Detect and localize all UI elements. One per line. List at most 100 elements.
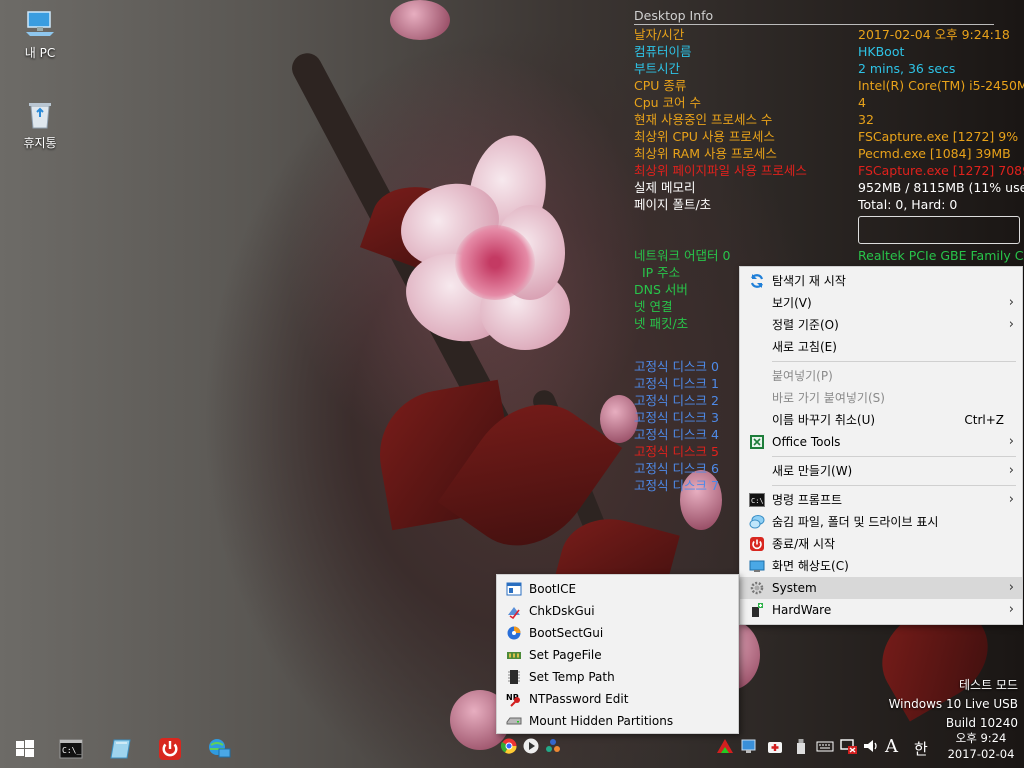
menu-item-label: HardWare: [772, 603, 832, 617]
info-value-datetime: 2017-02-04 오후 9:24:18: [858, 27, 1010, 42]
tray-keyboard-icon[interactable]: [816, 737, 834, 755]
menu-item-office-tools[interactable]: Office Tools ›: [740, 431, 1022, 453]
chevron-right-icon: ›: [1008, 463, 1014, 478]
bootice-icon: [506, 581, 522, 597]
menu-item-view[interactable]: 보기(V) ›: [740, 292, 1022, 314]
info-disk: 고정식 디스크 0: [634, 359, 719, 374]
menu-item-undo-rename[interactable]: 이름 바꾸기 취소(U) Ctrl+Z: [740, 409, 1022, 431]
info-value-computer-name: HKBoot: [858, 44, 905, 59]
clock-date: 2017-02-04: [947, 747, 1015, 761]
submenu-item-bootsectgui[interactable]: BootSectGui: [497, 622, 738, 644]
menu-item-label: 정렬 기준(O): [772, 318, 839, 332]
cmd-icon: C:\_: [59, 739, 83, 759]
bud: [600, 395, 638, 443]
submenu-item-label: BootSectGui: [529, 626, 604, 640]
menu-item-label: 숨김 파일, 폴더 및 드라이브 표시: [772, 515, 939, 529]
taskbar: C:\_ A 한: [0, 730, 1024, 768]
tray-first-aid-icon[interactable]: [766, 737, 784, 755]
menu-item-shutdown[interactable]: 종료/재 시작: [740, 533, 1022, 555]
taskbar-cmd-button[interactable]: C:\_: [58, 736, 84, 762]
info-key-net-adapter: 네트워크 어댑터 0: [634, 248, 731, 263]
recycle-bin-icon: [24, 98, 56, 130]
tray-usb-drive-icon[interactable]: [792, 737, 810, 755]
info-value-page-faults: Total: 0, Hard: 0: [858, 197, 958, 212]
tray-language-indicator[interactable]: 한: [914, 738, 928, 759]
svg-text:C:\: C:\: [751, 497, 764, 505]
gear-icon: [749, 580, 765, 596]
submenu-item-ntpassword-edit[interactable]: NP NTPassword Edit: [497, 688, 738, 710]
chevron-right-icon: ›: [1008, 317, 1014, 332]
power-icon: [159, 738, 181, 760]
tray-ime-mode[interactable]: A: [885, 736, 898, 757]
taskbar-power-button[interactable]: [157, 736, 183, 762]
submenu-item-bootice[interactable]: BootICE: [497, 578, 738, 600]
menu-item-label: 종료/재 시작: [772, 537, 836, 551]
tray-media-player-icon[interactable]: [522, 737, 540, 755]
tray-network-warning-icon[interactable]: [716, 737, 734, 755]
submenu-item-mount-hidden-partitions[interactable]: Mount Hidden Partitions: [497, 710, 738, 732]
menu-item-label: 새로 만들기(W): [772, 464, 853, 478]
bud: [390, 0, 450, 40]
test-mode-watermark: 테스트 모드 Windows 10 Live USB Build 10240: [889, 676, 1018, 733]
desktop-icon-label: 휴지통: [23, 136, 57, 150]
system-submenu: BootICE ChkDskGui BootSectGui Set PageFi…: [496, 574, 739, 734]
desktop-icon-my-pc[interactable]: 내 PC: [8, 8, 72, 61]
start-button[interactable]: [12, 736, 38, 762]
menu-item-label: 붙여넣기(P): [772, 369, 833, 383]
info-key-cpu-type: CPU 종류: [634, 78, 687, 93]
taskbar-network-button[interactable]: [206, 736, 232, 762]
desktop-info-title: Desktop Info: [634, 7, 994, 25]
taskbar-explorer-button[interactable]: [108, 736, 134, 762]
submenu-item-chkdskgui[interactable]: ChkDskGui: [497, 600, 738, 622]
desktop-icon-recycle-bin[interactable]: 휴지통: [8, 98, 72, 151]
drive-icon: [506, 713, 522, 729]
menu-item-system[interactable]: System ›: [740, 577, 1022, 599]
menu-item-paste[interactable]: 붙여넣기(P): [740, 365, 1022, 387]
tray-chrome-icon[interactable]: [500, 737, 518, 755]
chevron-right-icon: ›: [1008, 580, 1014, 595]
menu-item-hardware[interactable]: HardWare ›: [740, 599, 1022, 621]
info-disk: 고정식 디스크 5: [634, 444, 719, 459]
info-disk: 고정식 디스크 7: [634, 478, 719, 493]
info-value-physical-memory: 952MB / 8115MB (11% use: [858, 180, 1024, 195]
menu-item-sort-by[interactable]: 정렬 기준(O) ›: [740, 314, 1022, 336]
info-key-physical-memory: 실제 메모리: [634, 180, 696, 195]
menu-item-new[interactable]: 새로 만들기(W) ›: [740, 460, 1022, 482]
menu-item-restart-explorer[interactable]: 탐색기 재 시작: [740, 270, 1022, 292]
info-value-cpu-cores: 4: [858, 95, 866, 110]
menu-separator: [772, 456, 1016, 457]
submenu-item-set-temp-path[interactable]: Set Temp Path: [497, 666, 738, 688]
menu-item-command-prompt[interactable]: C:\ 명령 프롬프트 ›: [740, 489, 1022, 511]
refresh-icon: [749, 273, 765, 289]
submenu-item-label: NTPassword Edit: [529, 692, 629, 706]
flower-center: [455, 225, 535, 300]
menu-item-label: 바로 가기 붙여넣기(S): [772, 391, 885, 405]
info-value-top-pagefile: FSCapture.exe [1272] 70897: [858, 163, 1024, 178]
menu-item-label: 명령 프롬프트: [772, 493, 843, 507]
chevron-right-icon: ›: [1008, 602, 1014, 617]
menu-item-label: 화면 해상도(C): [772, 559, 849, 573]
menu-item-shortcut: Ctrl+Z: [964, 413, 1004, 427]
info-value-process-count: 32: [858, 112, 874, 127]
info-key-boot-time: 부트시간: [634, 61, 681, 76]
tray-display-icon[interactable]: [740, 737, 758, 755]
tray-network-disconnected-icon[interactable]: [840, 737, 858, 755]
menu-item-screen-resolution[interactable]: 화면 해상도(C): [740, 555, 1022, 577]
info-disk: 고정식 디스크 3: [634, 410, 719, 425]
menu-item-show-hidden[interactable]: 숨김 파일, 폴더 및 드라이브 표시: [740, 511, 1022, 533]
info-key-process-count: 현재 사용중인 프로세스 수: [634, 112, 773, 127]
info-value-top-cpu: FSCapture.exe [1272] 9%: [858, 129, 1019, 144]
bootsect-icon: [506, 625, 522, 641]
submenu-item-set-pagefile[interactable]: Set PageFile: [497, 644, 738, 666]
watermark-line: 테스트 모드: [958, 678, 1018, 692]
info-key-dns-server: DNS 서버: [634, 282, 688, 297]
menu-item-paste-shortcut[interactable]: 바로 가기 붙여넣기(S): [740, 387, 1022, 409]
tray-volume-icon[interactable]: [862, 737, 880, 755]
submenu-item-label: ChkDskGui: [529, 604, 595, 618]
watermark-line: Windows 10 Live USB: [888, 697, 1018, 711]
tray-network-share-icon[interactable]: [544, 737, 562, 755]
menu-item-refresh[interactable]: 새로 고침(E): [740, 336, 1022, 358]
desktop-context-menu: 탐색기 재 시작 보기(V) › 정렬 기준(O) › 새로 고침(E) 붙여넣…: [739, 266, 1023, 625]
info-key-top-cpu: 최상위 CPU 사용 프로세스: [634, 129, 775, 144]
taskbar-clock[interactable]: 오후 9:24 2017-02-04: [946, 730, 1016, 762]
